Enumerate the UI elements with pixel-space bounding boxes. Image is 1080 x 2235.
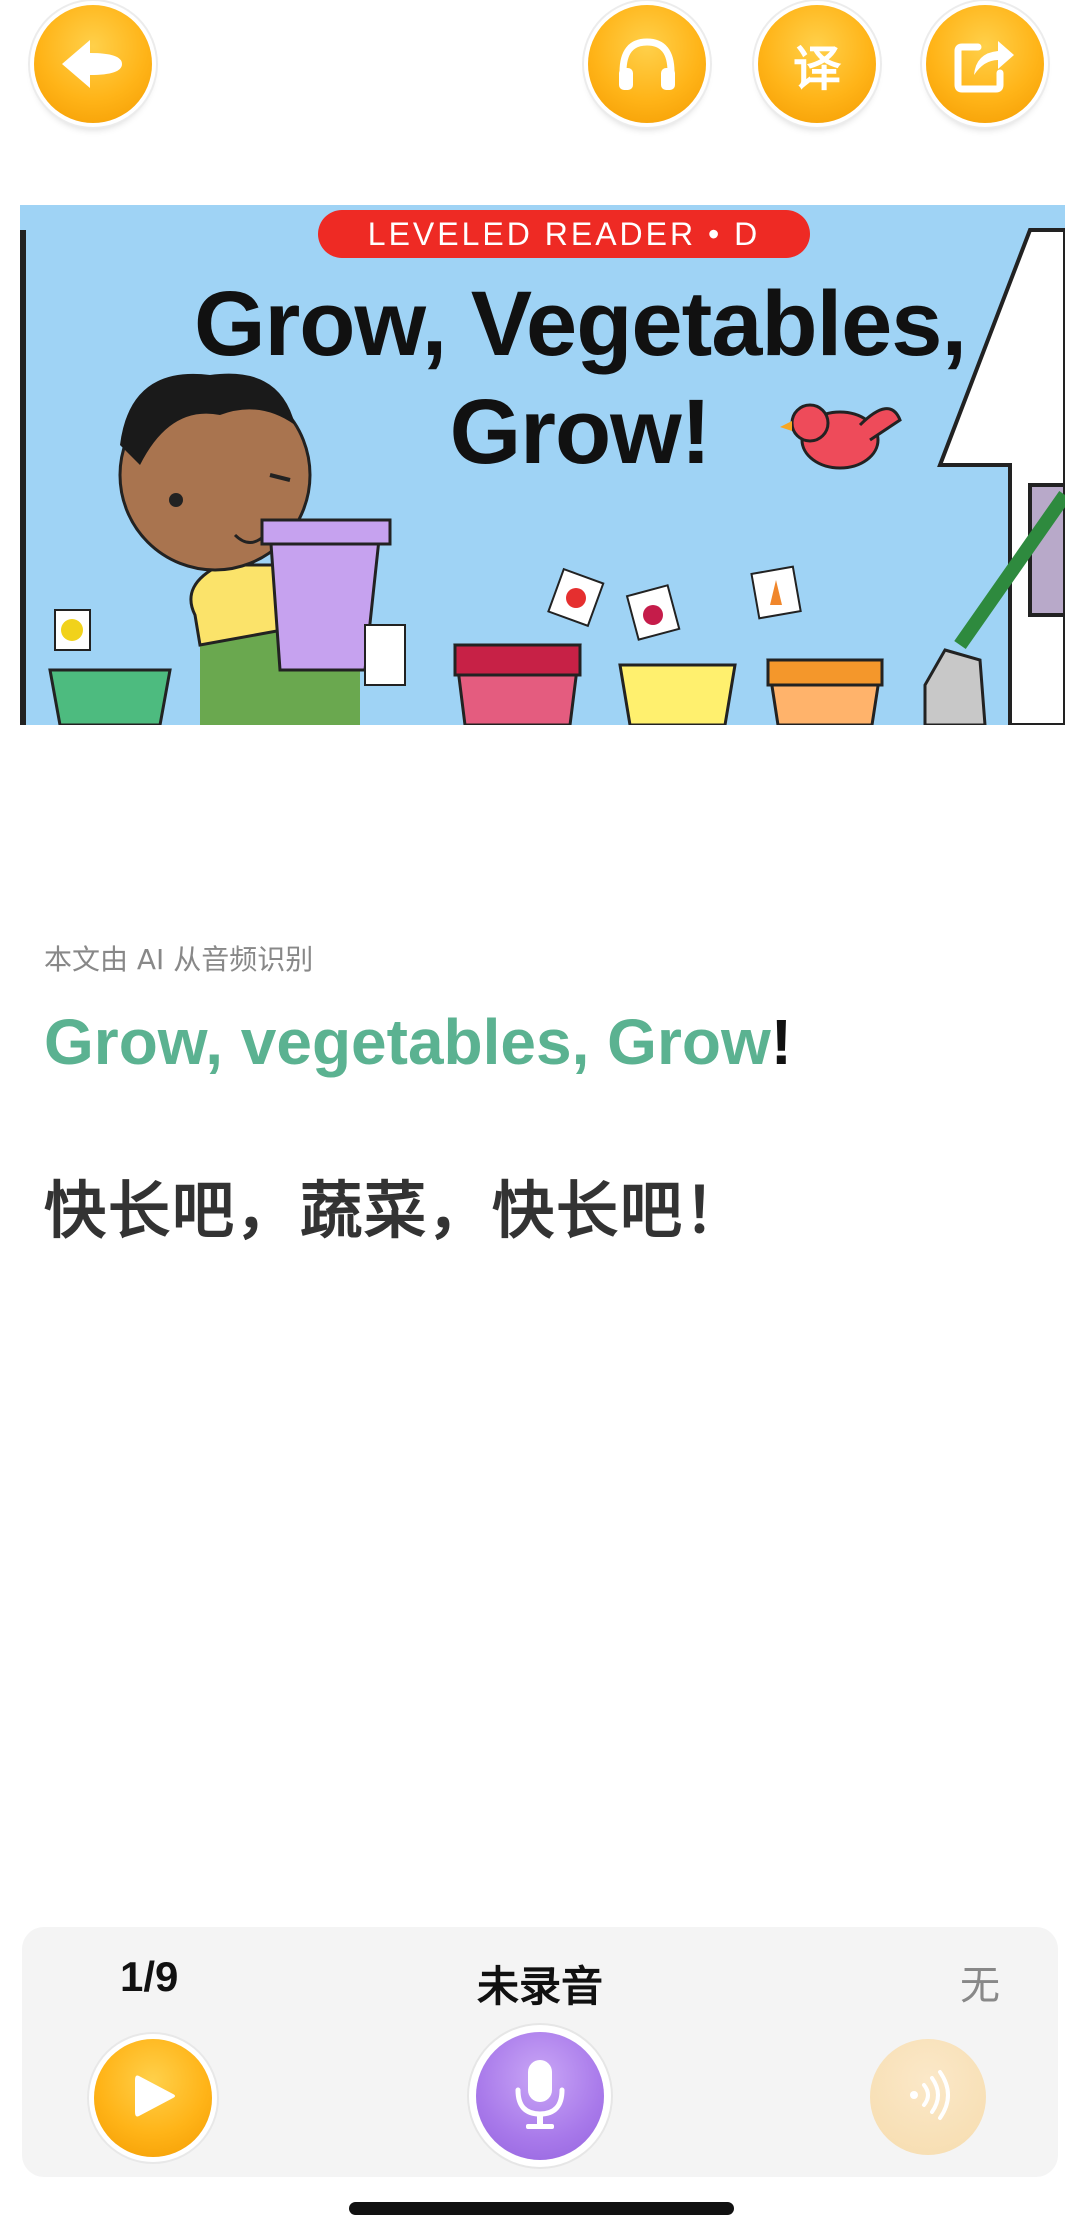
microphone-icon xyxy=(510,2056,570,2136)
ai-recognition-note: 本文由 AI 从音频识别 xyxy=(44,943,314,976)
chinese-translation: 快长吧，蔬菜，快长吧！ xyxy=(44,1174,749,1247)
book-cover-illustration: LEVELED READER • D Grow, Vegetables, Gro… xyxy=(20,205,1065,725)
playback-recording-button[interactable] xyxy=(870,2039,986,2155)
play-button[interactable] xyxy=(94,2039,212,2157)
translate-label: 译 xyxy=(792,41,841,97)
page-counter: 1/9 xyxy=(120,1953,179,2000)
headphones-icon xyxy=(615,34,679,94)
score-status: 无 xyxy=(960,1963,1000,2009)
share-icon xyxy=(954,35,1016,93)
audio-button[interactable] xyxy=(588,5,706,123)
leveled-reader-badge: LEVELED READER • D xyxy=(318,210,810,258)
player-panel: 1/9 未录音 无 xyxy=(22,1927,1058,2177)
back-button[interactable] xyxy=(34,5,152,123)
record-button[interactable] xyxy=(476,2032,604,2160)
cover-title-line1: Grow, Vegetables, xyxy=(193,273,967,375)
english-sentence-highlight: Grow, vegetables, Grow xyxy=(44,1006,771,1078)
arrow-left-icon xyxy=(58,34,128,94)
cover-title: Grow, Vegetables, Grow! xyxy=(150,270,1010,486)
sound-wave-icon xyxy=(900,2067,956,2127)
play-icon xyxy=(125,2068,181,2128)
translate-button[interactable]: 译 xyxy=(758,5,876,123)
english-sentence[interactable]: Grow, vegetables, Grow! xyxy=(44,1005,792,1079)
cover-title-line2: Grow! xyxy=(449,381,712,483)
home-indicator[interactable] xyxy=(349,2202,734,2215)
english-sentence-rest: ! xyxy=(770,1006,793,1078)
record-status: 未录音 xyxy=(476,1962,603,2011)
share-button[interactable] xyxy=(926,5,1044,123)
